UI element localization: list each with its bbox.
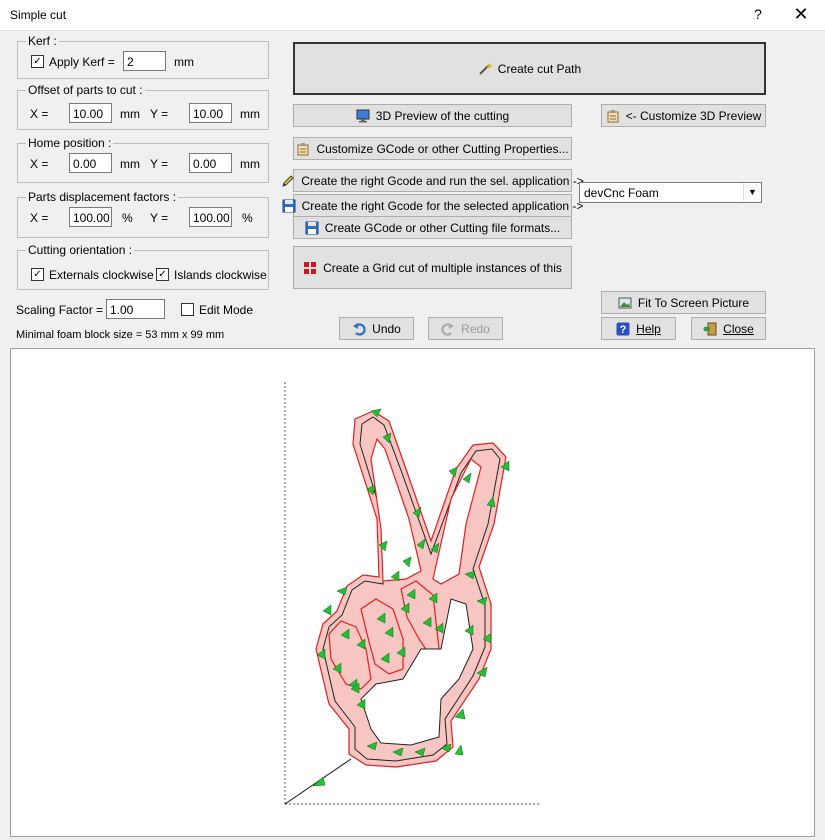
scaling-factor-input[interactable]: 1.00 — [106, 299, 165, 319]
home-y-input[interactable]: 0.00 — [189, 153, 232, 173]
kerf-unit: mm — [174, 55, 194, 69]
gcode-formats-button[interactable]: Create GCode or other Cutting file forma… — [293, 216, 572, 239]
offset-y-input[interactable]: 10.00 — [189, 103, 232, 123]
preview-3d-button[interactable]: 3D Preview of the cutting — [293, 104, 572, 127]
window-title: Simple cut — [10, 8, 67, 22]
externals-clockwise-checkbox[interactable]: ✓ — [31, 268, 44, 281]
gcode-selected-button[interactable]: Create the right Gcode for the selected … — [282, 194, 583, 217]
help-button[interactable]: ? Help — [601, 317, 676, 340]
fit-screen-button[interactable]: Fit To Screen Picture — [601, 291, 766, 314]
redo-label: Redo — [461, 321, 490, 336]
create-cut-path-button[interactable]: Create cut Path — [293, 42, 766, 95]
preview-3d-label: 3D Preview of the cutting — [375, 108, 510, 123]
customize-3d-label: <- Customize 3D Preview — [625, 108, 762, 123]
close-icon[interactable]: ✕ — [792, 4, 810, 25]
close-button[interactable]: Close — [691, 317, 766, 340]
grid-cut-button[interactable]: Create a Grid cut of multiple instances … — [293, 246, 572, 289]
redo-icon — [441, 322, 455, 336]
picture-icon — [618, 296, 632, 310]
gcode-run-button[interactable]: Create the right Gcode and run the sel. … — [282, 169, 584, 192]
displacement-y-input[interactable]: 100.00 — [189, 207, 232, 227]
offset-x-label: X = — [30, 107, 49, 121]
customize-gcode-button[interactable]: Customize GCode or other Cutting Propert… — [293, 137, 572, 160]
islands-clockwise-checkbox[interactable]: ✓ — [156, 268, 169, 281]
svg-text:?: ? — [620, 324, 627, 336]
kerf-legend: Kerf : — [28, 34, 57, 48]
displacement-x-unit: % — [122, 211, 133, 225]
save-icon — [282, 199, 296, 213]
help-label: Help — [636, 321, 661, 336]
preview-canvas[interactable] — [10, 348, 815, 837]
home-x-input[interactable]: 0.00 — [69, 153, 112, 173]
cut-path-drawing — [284, 382, 541, 805]
redo-button[interactable]: Redo — [428, 317, 503, 340]
title-bar — [0, 0, 825, 31]
externals-clockwise-label[interactable]: Externals clockwise — [49, 268, 154, 282]
save-icon — [305, 221, 319, 235]
offset-y-unit: mm — [240, 107, 260, 121]
customize-gcode-label: Customize GCode or other Cutting Propert… — [316, 141, 569, 156]
foam-block-info: Minimal foam block size = 53 mm x 99 mm — [16, 329, 225, 341]
displacement-x-label: X = — [30, 211, 49, 225]
offset-legend: Offset of parts to cut : — [28, 83, 143, 97]
offset-x-input[interactable]: 10.00 — [69, 103, 112, 123]
question-icon: ? — [616, 322, 630, 336]
scaling-factor-label: Scaling Factor = — [16, 303, 104, 317]
create-cut-path-label: Create cut Path — [497, 61, 582, 76]
offset-y-label: Y = — [150, 107, 169, 121]
gcode-selected-label: Create the right Gcode for the selected … — [301, 198, 584, 213]
islands-clockwise-label[interactable]: Islands clockwise — [174, 268, 267, 282]
undo-label: Undo — [372, 321, 401, 336]
monitor-icon — [356, 109, 370, 123]
help-icon[interactable]: ? — [750, 6, 766, 22]
displacement-y-unit: % — [242, 211, 253, 225]
orientation-group: Cutting orientation : — [17, 243, 269, 290]
settings-clipboard-icon — [606, 109, 620, 123]
kerf-input[interactable]: 2 — [123, 51, 166, 71]
orientation-legend: Cutting orientation : — [28, 243, 133, 257]
apply-kerf-label[interactable]: Apply Kerf = — [49, 55, 115, 69]
displacement-x-input[interactable]: 100.00 — [69, 207, 112, 227]
grid-cut-label: Create a Grid cut of multiple instances … — [323, 260, 562, 275]
settings-clipboard-icon — [296, 142, 310, 156]
offset-x-unit: mm — [120, 107, 140, 121]
home-legend: Home position : — [28, 136, 112, 150]
exit-door-icon — [703, 322, 717, 336]
chevron-down-icon[interactable]: ▼ — [743, 183, 761, 201]
undo-button[interactable]: Undo — [339, 317, 414, 340]
magic-wand-icon — [478, 62, 492, 76]
home-x-unit: mm — [120, 157, 140, 171]
undo-icon — [352, 322, 366, 336]
customize-3d-button[interactable]: <- Customize 3D Preview — [601, 104, 766, 127]
displacement-y-label: Y = — [150, 211, 169, 225]
gcode-run-label: Create the right Gcode and run the sel. … — [301, 173, 584, 188]
gcode-formats-label: Create GCode or other Cutting file forma… — [324, 220, 561, 235]
apply-kerf-checkbox[interactable]: ✓ — [31, 55, 44, 68]
edit-mode-checkbox[interactable] — [181, 303, 194, 316]
edit-mode-label[interactable]: Edit Mode — [199, 303, 253, 317]
fit-screen-label: Fit To Screen Picture — [637, 295, 750, 310]
displacement-legend: Parts displacement factors : — [28, 190, 177, 204]
close-label: Close — [723, 321, 754, 336]
grid-icon — [303, 261, 317, 275]
application-select[interactable]: devCnc Foam ▼ — [579, 182, 762, 203]
pencil-icon — [281, 174, 295, 188]
home-y-label: Y = — [150, 157, 169, 171]
home-y-unit: mm — [240, 157, 260, 171]
home-x-label: X = — [30, 157, 49, 171]
application-select-value: devCnc Foam — [584, 186, 659, 200]
